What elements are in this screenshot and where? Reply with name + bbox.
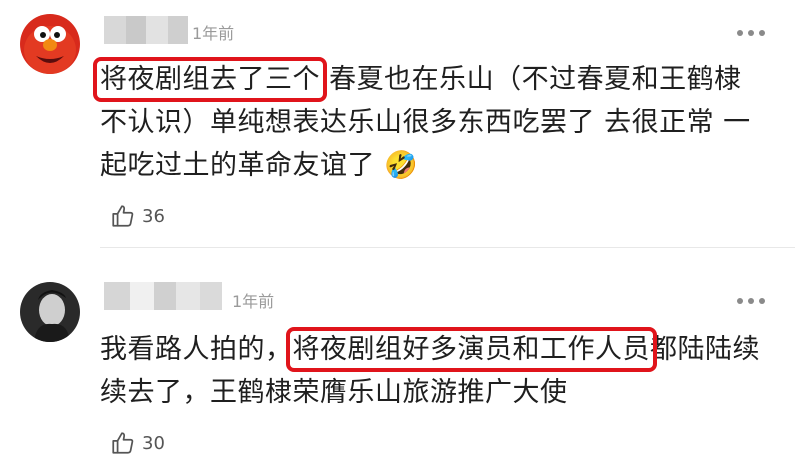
comment-item: 1年前 将夜剧组去了三个 春夏也在乐山（不过春夏和王鹤棣不认识）单纯想表达乐山很… <box>0 0 795 248</box>
rofl-emoji-icon: 🤣 <box>384 150 419 181</box>
highlighted-phrase: 将夜剧组好多演员和工作人员 <box>285 327 657 372</box>
username-blurred[interactable] <box>104 16 188 44</box>
portrait-avatar-icon[interactable] <box>20 282 80 342</box>
more-options-icon[interactable] <box>737 298 765 304</box>
thumbs-up-icon <box>112 432 134 454</box>
highlighted-phrase: 将夜剧组去了三个 <box>93 57 327 102</box>
like-count: 30 <box>142 432 165 454</box>
thumbs-up-icon <box>112 205 134 227</box>
more-options-icon[interactable] <box>737 30 765 36</box>
comment-time: 1年前 <box>232 292 275 311</box>
like-button[interactable]: 30 <box>110 430 165 456</box>
comment-text: 我看路人拍的，将夜剧组好多演员和工作人员都陆陆续续去了，王鹤棣荣膺乐山旅游推广大… <box>100 327 765 414</box>
comment-time: 1年前 <box>192 24 235 43</box>
comment-text-start: 我看路人拍的， <box>100 334 293 365</box>
comment-item: 1年前 我看路人拍的，将夜剧组好多演员和工作人员都陆陆续续去了，王鹤棣荣膺乐山旅… <box>0 248 795 466</box>
elmo-avatar-icon[interactable] <box>20 14 80 74</box>
comment-text: 将夜剧组去了三个 春夏也在乐山（不过春夏和王鹤棣不认识）单纯想表达乐山很多东西吃… <box>93 57 765 187</box>
username-blurred[interactable] <box>104 282 222 310</box>
like-button[interactable]: 36 <box>110 203 165 229</box>
like-count: 36 <box>142 205 165 227</box>
